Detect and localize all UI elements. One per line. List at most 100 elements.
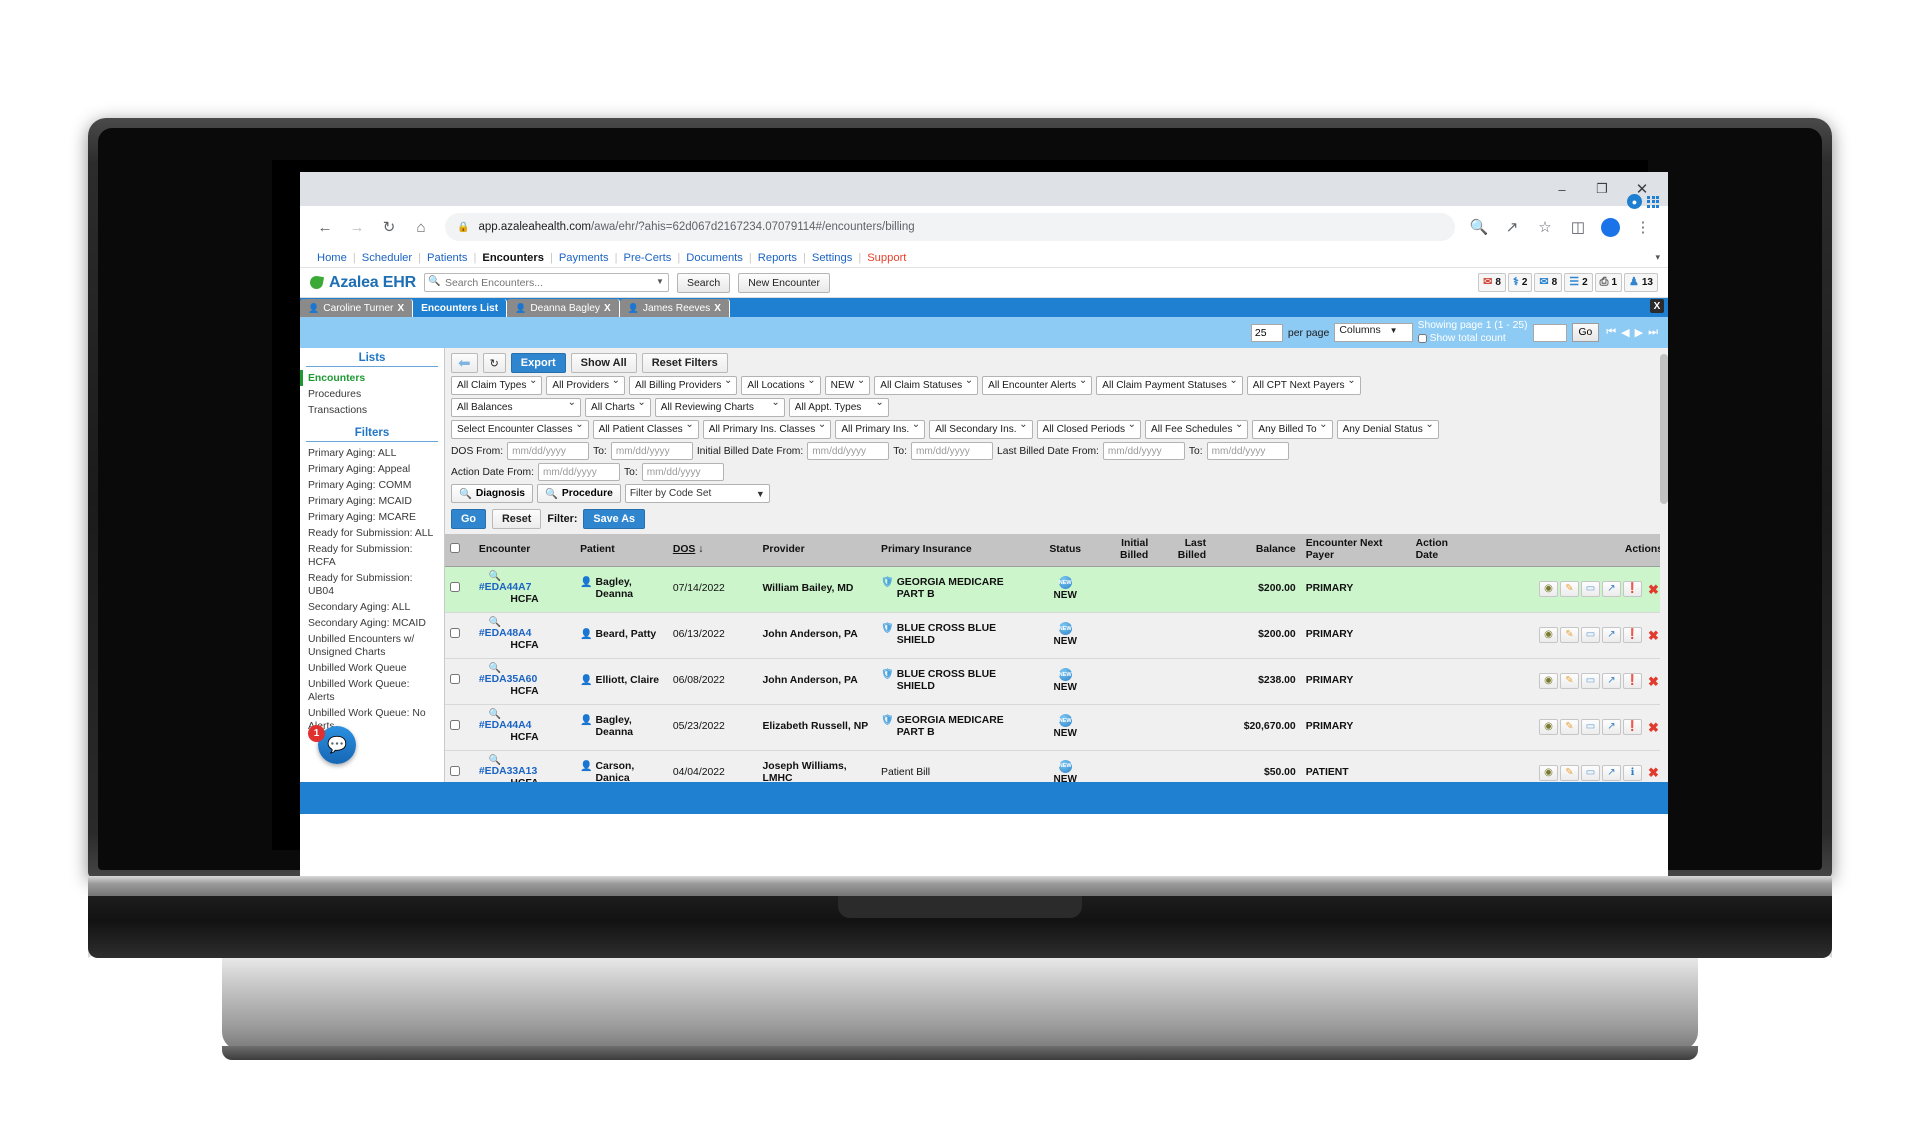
patient-cell[interactable]: 👤 Beard, Patty <box>575 612 668 659</box>
info-icon[interactable]: ℹ <box>1623 765 1642 782</box>
table-row[interactable]: 🔍 #EDA48A4 HCFA 👤 Beard, Patty 06/13/2022 John… <box>445 612 1668 659</box>
col-dos[interactable]: DOS ↓ <box>667 534 758 567</box>
row-checkbox[interactable] <box>450 628 460 639</box>
encounter-alerts-select[interactable]: All Encounter Alerts <box>982 375 1093 395</box>
people-icon-badge[interactable]: ☰ 2 <box>1564 273 1593 292</box>
view-eye-icon[interactable]: ◉ <box>1539 765 1558 782</box>
kebab-menu-icon[interactable]: ⋮ <box>1628 212 1658 242</box>
encounter-id-link[interactable]: #EDA33A13 <box>479 766 537 777</box>
refresh-icon[interactable]: ↻ <box>482 353 506 373</box>
close-all-tabs-button[interactable]: X <box>1650 299 1664 313</box>
reset-filters-button[interactable]: Reset Filters <box>641 353 728 373</box>
reset-button[interactable]: Reset <box>492 509 542 529</box>
sidebar-filter-8[interactable]: Secondary Aging: ALL <box>300 599 444 615</box>
row-checkbox[interactable] <box>450 582 460 593</box>
sidebar-filter-5[interactable]: Ready for Submission: ALL <box>300 525 444 541</box>
encounter-cell[interactable]: 🔍 #EDA44A4 HCFA <box>473 704 576 751</box>
printer-icon-badge[interactable]: ⎙ 1 <box>1594 273 1622 292</box>
envelope-icon-badge[interactable]: ✉ 8 <box>1478 273 1506 292</box>
providers-select[interactable]: All Providers <box>546 375 626 395</box>
nav-item-home[interactable]: Home <box>311 252 353 264</box>
new-encounter-button[interactable]: New Encounter <box>738 272 831 293</box>
chevron-down-icon[interactable]: ▼ <box>656 277 664 286</box>
sidebar-list-procedures[interactable]: Procedures <box>300 386 444 402</box>
search-icon[interactable]: 🔍 <box>489 755 570 766</box>
patient-tab-caroline-turner[interactable]: 👤 Caroline Turner X <box>300 299 414 317</box>
pin-icon[interactable]: ↗ <box>1602 627 1621 644</box>
comment-icon[interactable]: ▭ <box>1581 673 1600 690</box>
user-circle-icon[interactable]: ● <box>1627 194 1642 209</box>
diagnosis-button[interactable]: 🔍 Diagnosis <box>451 484 534 503</box>
encounter-cell[interactable]: 🔍 #EDA48A4 HCFA <box>473 612 576 659</box>
initial-billed-from-input[interactable]: mm/dd/yyyy <box>807 442 890 460</box>
first-page-icon[interactable]: ⏮ <box>1604 326 1618 339</box>
encounter-id-link[interactable]: #EDA35A60 <box>479 674 537 685</box>
last-billed-from-input[interactable]: mm/dd/yyyy <box>1102 442 1185 460</box>
row-checkbox[interactable] <box>450 674 460 685</box>
encounter-id-link[interactable]: #EDA44A4 <box>479 720 532 731</box>
edit-pencil-icon[interactable]: ✎ <box>1560 719 1579 736</box>
comment-icon[interactable]: ▭ <box>1581 627 1600 644</box>
address-bar[interactable]: 🔒 app.azaleahealth.com/awa/ehr/?ahis=62d… <box>445 213 1455 241</box>
comment-icon[interactable]: ▭ <box>1581 765 1600 782</box>
sidebar-filter-3[interactable]: Primary Aging: MCAID <box>300 493 444 509</box>
goto-page-go-button[interactable]: Go <box>1571 323 1600 342</box>
view-eye-icon[interactable]: ◉ <box>1539 581 1558 598</box>
charts-select[interactable]: All Charts <box>585 397 651 417</box>
sidebar-filter-12[interactable]: Unbilled Work Queue: Alerts <box>300 676 444 705</box>
billing-providers-select[interactable]: All Billing Providers <box>629 375 738 395</box>
patient-name[interactable]: Bagley, Deanna <box>596 577 663 602</box>
bookmark-star-icon[interactable]: ☆ <box>1530 212 1560 242</box>
secondary-ins-select[interactable]: All Secondary Ins. <box>929 419 1033 439</box>
apps-grid-icon[interactable] <box>1647 195 1659 208</box>
sidebar-list-transactions[interactable]: Transactions <box>300 402 444 418</box>
claim-statuses-select[interactable]: All Claim Statuses <box>874 375 979 395</box>
edit-pencil-icon[interactable]: ✎ <box>1560 673 1579 690</box>
sidebar-filter-6[interactable]: Ready for Submission: HCFA <box>300 541 444 570</box>
nav-item-encounters[interactable]: Encounters <box>476 252 550 264</box>
home-icon[interactable]: ⌂ <box>406 212 436 242</box>
last-billed-to-input[interactable]: mm/dd/yyyy <box>1206 442 1289 460</box>
pin-icon[interactable]: ↗ <box>1602 581 1621 598</box>
comment-icon[interactable]: ▭ <box>1581 719 1600 736</box>
patient-classes-select[interactable]: All Patient Classes <box>592 419 699 439</box>
vertical-scrollbar[interactable] <box>1660 348 1668 782</box>
chevron-down-icon[interactable]: ▾ <box>1655 252 1660 263</box>
search-icon[interactable]: 🔍 <box>489 663 570 674</box>
denial-status-select[interactable]: Any Denial Status <box>1336 419 1439 439</box>
per-page-input[interactable] <box>1250 323 1283 342</box>
primary-ins-select[interactable]: All Primary Ins. <box>835 419 926 439</box>
stethoscope-icon-badge[interactable]: ⚕ 2 <box>1507 273 1533 292</box>
patient-name[interactable]: Bagley, Deanna <box>596 715 663 740</box>
pin-icon[interactable]: ↗ <box>1602 765 1621 782</box>
nav-item-settings[interactable]: Settings <box>806 252 858 264</box>
patient-name[interactable]: Elliott, Claire <box>596 675 660 687</box>
view-eye-icon[interactable]: ◉ <box>1539 719 1558 736</box>
code-set-select[interactable]: Filter by Code Set ▼ <box>624 484 770 503</box>
sidebar-filter-9[interactable]: Secondary Aging: MCAID <box>300 615 444 631</box>
goto-page-input[interactable] <box>1532 323 1567 342</box>
table-row[interactable]: 🔍#EDA33A13HCFA👤Carson, Danica04/04/2022J… <box>445 750 1668 782</box>
patient-tab-james-reeves[interactable]: 👤 James Reeves X <box>619 299 730 317</box>
back-arrow-icon[interactable]: ← <box>310 212 340 242</box>
maximize-button[interactable]: ❐ <box>1582 174 1622 204</box>
pin-icon[interactable]: ↗ <box>1602 719 1621 736</box>
minimize-button[interactable]: – <box>1542 174 1582 204</box>
view-eye-icon[interactable]: ◉ <box>1539 673 1558 690</box>
encounter-cell[interactable]: 🔍 #EDA44A7 HCFA <box>473 566 576 613</box>
sidebar-filter-11[interactable]: Unbilled Work Queue <box>300 660 444 676</box>
show-all-button[interactable]: Show All <box>570 353 637 373</box>
row-checkbox[interactable] <box>450 766 460 777</box>
columns-select[interactable]: Columns ▼ <box>1334 323 1413 342</box>
appt-types-select[interactable]: All Appt. Types <box>788 397 889 417</box>
claim-types-select[interactable]: All Claim Types <box>451 375 543 395</box>
encounter-status-select[interactable]: NEW <box>824 375 871 395</box>
user-icon-badge[interactable]: ♟ 13 <box>1624 273 1658 292</box>
edit-pencil-icon[interactable]: ✎ <box>1560 627 1579 644</box>
patient-name[interactable]: Beard, Patty <box>596 629 657 641</box>
avatar[interactable] <box>1601 217 1620 237</box>
patient-cell[interactable]: 👤 Bagley, Deanna <box>575 704 668 751</box>
app-logo[interactable]: Azalea EHR <box>308 274 416 292</box>
sidebar-filter-4[interactable]: Primary Aging: MCARE <box>300 509 444 525</box>
save-as-button[interactable]: Save As <box>583 509 646 529</box>
